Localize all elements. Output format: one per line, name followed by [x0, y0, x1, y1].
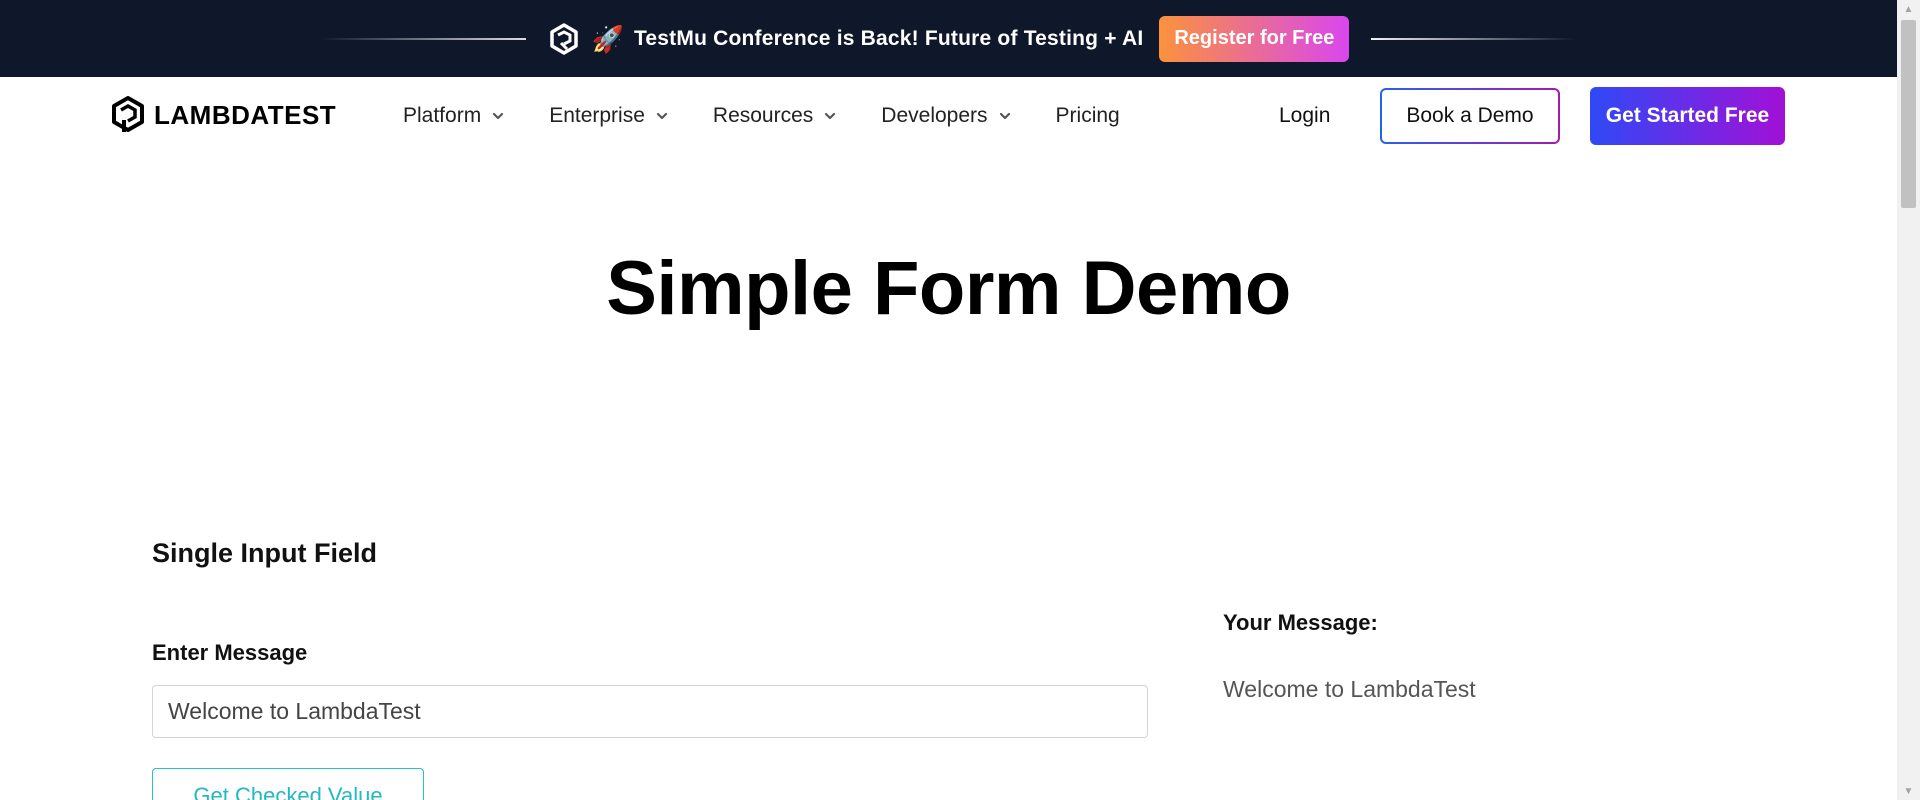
nav-item-pricing[interactable]: Pricing — [1056, 104, 1120, 128]
scroll-up-arrow-icon[interactable]: ▲ — [1897, 0, 1920, 18]
chevron-down-icon — [825, 112, 836, 120]
chevron-down-icon — [999, 112, 1010, 120]
page-title: Simple Form Demo — [606, 246, 1291, 331]
nav-item-resources[interactable]: Resources — [713, 104, 837, 128]
main-navigation: LAMBDATEST Platform Enterprise Resources… — [0, 77, 1897, 155]
nav-item-platform[interactable]: Platform — [403, 104, 505, 128]
section-title: Single Input Field — [152, 538, 377, 568]
logo-text: LAMBDATEST — [154, 99, 337, 130]
scroll-down-arrow-icon[interactable]: ▼ — [1897, 782, 1920, 800]
your-message-label: Your Message: — [1223, 610, 1378, 635]
get-checked-value-button[interactable]: Get Checked Value — [152, 768, 424, 800]
vertical-scrollbar[interactable]: ▲ ▼ — [1897, 0, 1920, 800]
nav-item-enterprise[interactable]: Enterprise — [549, 104, 669, 128]
chevron-down-icon — [493, 112, 504, 120]
lambdatest-logo-icon — [110, 95, 146, 135]
nav-item-label: Resources — [712, 104, 814, 127]
scrollbar-thumb[interactable] — [1901, 20, 1916, 208]
rocket-icon: 🚀 — [591, 23, 624, 54]
nav-item-label: Developers — [881, 104, 988, 127]
banner-divider-left — [320, 37, 526, 40]
get-started-button[interactable]: Get Started Free — [1590, 87, 1785, 145]
nav-item-label: Pricing — [1055, 104, 1120, 127]
nav-item-label: Platform — [403, 104, 482, 127]
message-input[interactable] — [152, 685, 1148, 738]
login-link[interactable]: Login — [1279, 77, 1330, 155]
announcement-banner: 🚀 TestMu Conference is Back! Future of T… — [0, 0, 1897, 77]
enter-message-label: Enter Message — [152, 640, 308, 665]
brand-logo[interactable]: LAMBDATEST — [110, 95, 336, 135]
chevron-down-icon — [656, 112, 668, 120]
register-button[interactable]: Register for Free — [1159, 15, 1350, 62]
banner-text: TestMu Conference is Back! Future of Tes… — [633, 26, 1144, 50]
banner-divider-right — [1371, 37, 1577, 40]
nav-item-developers[interactable]: Developers — [881, 104, 1011, 128]
nav-item-label: Enterprise — [549, 104, 645, 127]
nav-menu: Platform Enterprise Resources Developers… — [403, 77, 1120, 155]
your-message-output: Welcome to LambdaTest — [1223, 676, 1476, 702]
book-demo-button[interactable]: Book a Demo — [1380, 88, 1560, 144]
testmu-logo-icon — [548, 22, 580, 55]
